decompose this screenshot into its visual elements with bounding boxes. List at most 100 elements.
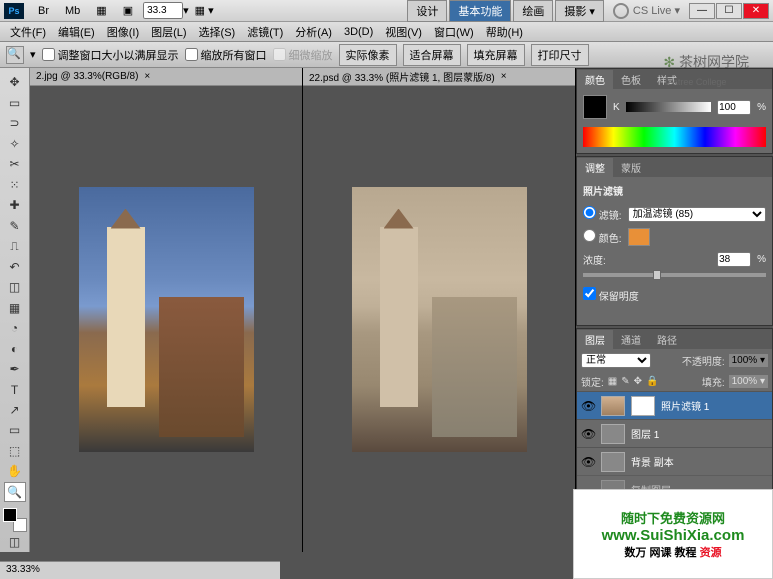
k-value-input[interactable] — [717, 100, 751, 115]
lock-pixels-icon[interactable]: ✎ — [621, 376, 629, 387]
blur-tool[interactable]: ◔ — [4, 318, 26, 338]
tab-swatches[interactable]: 色板 — [613, 70, 649, 89]
document-tab-right[interactable]: 22.psd @ 33.3% (照片滤镜 1, 图层蒙版/8) × — [303, 68, 575, 86]
fit-screen-button[interactable]: 适合屏幕 — [403, 44, 461, 66]
bridge-button[interactable]: Br — [32, 3, 55, 19]
layer-thumbnail[interactable] — [601, 396, 625, 416]
menu-help[interactable]: 帮助(H) — [480, 22, 529, 42]
minimize-button[interactable]: — — [689, 3, 715, 19]
tab-color[interactable]: 颜色 — [577, 70, 613, 89]
document-canvas-left[interactable] — [30, 86, 302, 552]
marquee-tool[interactable]: ▭ — [4, 92, 26, 112]
density-slider[interactable] — [583, 273, 766, 277]
layer-row[interactable]: 👁 图层 1 — [577, 419, 772, 447]
scrubby-zoom-checkbox[interactable]: 细微缩放 — [273, 47, 333, 63]
cslive-button[interactable]: CS Live ▾ — [613, 3, 680, 19]
workspace-photo[interactable]: 摄影 ▾ — [555, 0, 604, 22]
k-slider[interactable] — [626, 102, 711, 112]
tab-styles[interactable]: 样式 — [649, 70, 685, 89]
filter-radio[interactable]: 滤镜: — [583, 206, 622, 222]
resize-windows-checkbox[interactable]: 调整窗口大小以满屏显示 — [42, 47, 179, 63]
preserve-luminosity-checkbox[interactable]: 保留明度 — [583, 292, 639, 303]
crop-tool[interactable]: ✂ — [4, 154, 26, 174]
document-tab-left[interactable]: 2.jpg @ 33.3%(RGB/8) × — [30, 68, 302, 86]
type-tool[interactable]: T — [4, 379, 26, 399]
wand-tool[interactable]: ✧ — [4, 133, 26, 153]
menu-layer[interactable]: 图层(L) — [145, 22, 192, 42]
lock-all-icon[interactable]: 🔒 — [646, 376, 658, 387]
status-zoom[interactable]: 33.33% — [6, 564, 40, 575]
move-tool[interactable]: ✥ — [4, 72, 26, 92]
healing-tool[interactable]: ✚ — [4, 195, 26, 215]
pen-tool[interactable]: ✒ — [4, 359, 26, 379]
mask-thumbnail[interactable] — [631, 396, 655, 416]
lock-position-icon[interactable]: ✥ — [634, 376, 642, 387]
tab-paths[interactable]: 路径 — [649, 330, 685, 349]
print-size-button[interactable]: 打印尺寸 — [531, 44, 589, 66]
tab-adjustments[interactable]: 调整 — [577, 158, 613, 177]
close-tab-icon[interactable]: × — [501, 71, 507, 82]
eyedropper-tool[interactable]: ⁙ — [4, 174, 26, 194]
screen-mode-button[interactable]: ▦ — [90, 2, 112, 19]
document-canvas-right[interactable]: 🔍 — [303, 86, 575, 552]
menu-window[interactable]: 窗口(W) — [428, 22, 480, 42]
spectrum-bar[interactable] — [583, 127, 766, 147]
tab-layers[interactable]: 图层 — [577, 330, 613, 349]
visibility-icon[interactable]: 👁 — [581, 399, 595, 413]
layer-row[interactable]: 👁 背景 副本 — [577, 447, 772, 475]
eraser-tool[interactable]: ◫ — [4, 277, 26, 297]
current-tool-icon[interactable]: 🔍 — [6, 46, 24, 64]
layer-row[interactable]: 👁 照片滤镜 1 — [577, 391, 772, 419]
zoom-level-input[interactable] — [143, 2, 183, 19]
tab-masks[interactable]: 蒙版 — [613, 158, 649, 177]
close-tab-icon[interactable]: × — [144, 71, 150, 82]
tab-channels[interactable]: 通道 — [613, 330, 649, 349]
path-tool[interactable]: ↗ — [4, 400, 26, 420]
view-extras-button[interactable]: ▦ ▾ — [189, 2, 220, 19]
gradient-tool[interactable]: ▦ — [4, 297, 26, 317]
quickmask-button[interactable]: ◫ — [4, 532, 26, 552]
color-swatches[interactable] — [3, 508, 27, 531]
hand-tool[interactable]: ✋ — [4, 461, 26, 481]
layer-thumbnail[interactable] — [601, 424, 625, 444]
workspace-paint[interactable]: 绘画 — [513, 0, 553, 22]
dodge-tool[interactable]: ◐ — [4, 338, 26, 358]
lasso-tool[interactable]: ⊃ — [4, 113, 26, 133]
visibility-icon[interactable]: 👁 — [581, 427, 595, 441]
menu-filter[interactable]: 滤镜(T) — [241, 22, 289, 42]
actual-pixels-button[interactable]: 实际像素 — [339, 44, 397, 66]
layer-name[interactable]: 照片滤镜 1 — [661, 398, 709, 413]
zoom-tool[interactable]: 🔍 — [4, 482, 26, 502]
fill-screen-button[interactable]: 填充屏幕 — [467, 44, 525, 66]
3d-tool[interactable]: ⬚ — [4, 441, 26, 461]
history-brush-tool[interactable]: ↶ — [4, 256, 26, 276]
close-button[interactable]: ✕ — [743, 3, 769, 19]
color-swatch[interactable] — [583, 95, 607, 119]
maximize-button[interactable]: ☐ — [716, 3, 742, 19]
menu-view[interactable]: 视图(V) — [379, 22, 428, 42]
density-input[interactable] — [717, 252, 751, 267]
visibility-icon[interactable]: 👁 — [581, 455, 595, 469]
layer-thumbnail[interactable] — [601, 452, 625, 472]
stamp-tool[interactable]: ⎍ — [4, 236, 26, 256]
menu-3d[interactable]: 3D(D) — [338, 24, 379, 40]
filter-select[interactable]: 加温滤镜 (85) — [628, 207, 766, 222]
blend-mode-select[interactable]: 正常 — [581, 353, 651, 368]
menu-analysis[interactable]: 分析(A) — [289, 22, 338, 42]
lock-transparent-icon[interactable]: ▦ — [608, 376, 617, 387]
workspace-design[interactable]: 设计 — [407, 0, 447, 22]
minibridge-button[interactable]: Mb — [59, 3, 86, 19]
zoom-all-windows-checkbox[interactable]: 缩放所有窗口 — [185, 47, 267, 63]
opacity-value[interactable]: 100% ▾ — [729, 354, 768, 367]
filter-color-swatch[interactable] — [628, 228, 650, 246]
layer-name[interactable]: 图层 1 — [631, 426, 659, 441]
shape-tool[interactable]: ▭ — [4, 420, 26, 440]
arrange-button[interactable]: ▣ — [117, 2, 139, 19]
menu-image[interactable]: 图像(I) — [101, 22, 145, 42]
layer-name[interactable]: 背景 副本 — [631, 454, 674, 469]
brush-tool[interactable]: ✎ — [4, 215, 26, 235]
workspace-basic[interactable]: 基本功能 — [449, 0, 511, 22]
fill-value[interactable]: 100% ▾ — [729, 375, 768, 388]
color-radio[interactable]: 颜色: — [583, 229, 622, 245]
menu-select[interactable]: 选择(S) — [193, 22, 242, 42]
